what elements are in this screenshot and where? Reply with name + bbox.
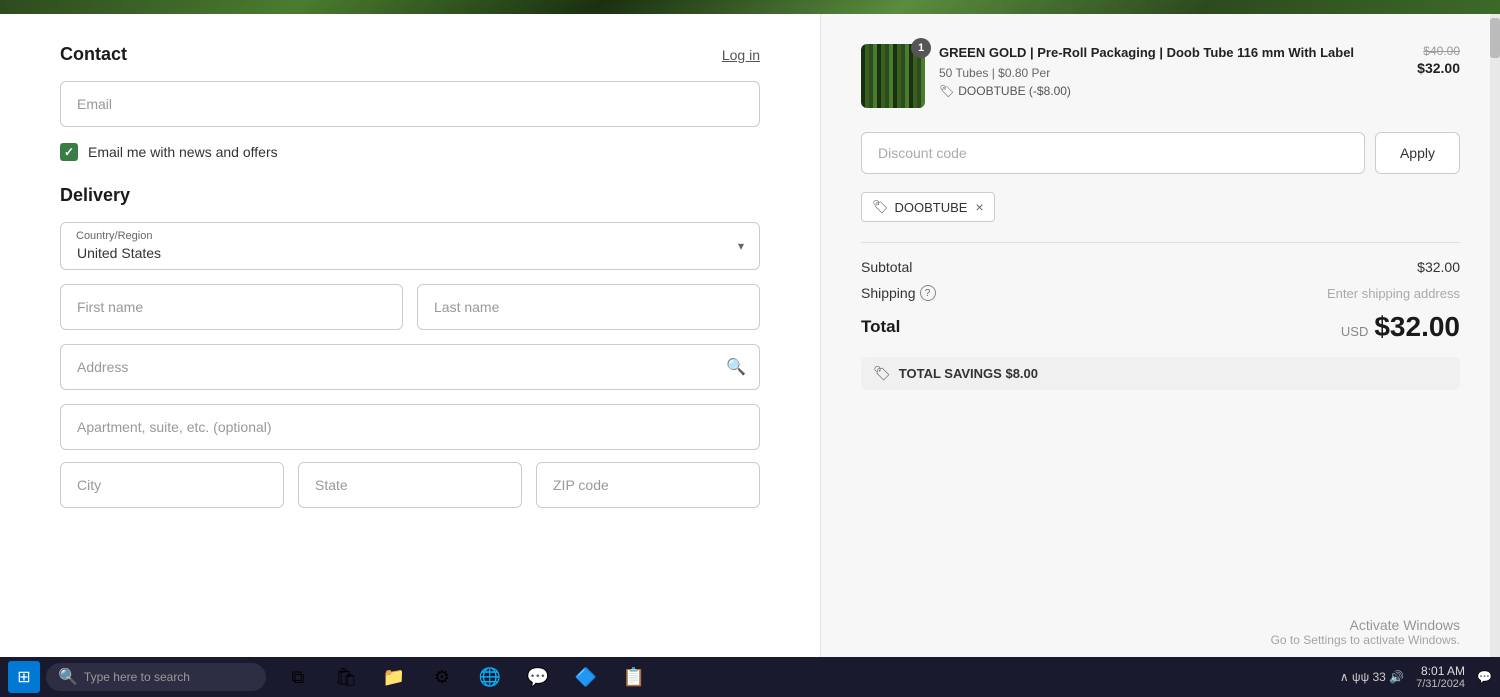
scrollbar[interactable] bbox=[1490, 14, 1500, 657]
left-panel: Contact Log in Email me with news and of… bbox=[0, 14, 820, 657]
total-label: Total bbox=[861, 317, 900, 337]
tag-applied-icon: 🏷 bbox=[872, 199, 889, 215]
shipping-label: Shipping ? bbox=[861, 285, 936, 301]
total-row: Total USD $32.00 bbox=[861, 311, 1460, 343]
applied-code-row: 🏷 DOOBTUBE × bbox=[861, 192, 1460, 222]
product-image-wrap: 1 bbox=[861, 44, 925, 108]
contact-section-header: Contact Log in bbox=[60, 44, 760, 65]
store-icon[interactable]: 🛍 bbox=[324, 659, 368, 695]
email-optin-row: Email me with news and offers bbox=[60, 143, 760, 161]
product-quantity-badge: 1 bbox=[911, 38, 931, 58]
discount-code-row: Apply bbox=[861, 132, 1460, 174]
contact-title: Contact bbox=[60, 44, 127, 65]
price-original: $40.00 bbox=[1417, 44, 1460, 58]
total-currency: USD bbox=[1341, 324, 1368, 339]
city-state-zip-row bbox=[60, 462, 760, 520]
taskbar-search-input[interactable] bbox=[84, 670, 244, 684]
applied-code-text: DOOBTUBE bbox=[895, 200, 968, 215]
shipping-row: Shipping ? Enter shipping address bbox=[861, 285, 1460, 301]
address-wrapper: 🔍 bbox=[60, 344, 760, 390]
savings-label: TOTAL SAVINGS $8.00 bbox=[899, 366, 1038, 381]
totals-section: Subtotal $32.00 Shipping ? Enter shippin… bbox=[861, 242, 1460, 390]
product-details: GREEN GOLD | Pre-Roll Packaging | Doob T… bbox=[939, 44, 1403, 98]
notification-icon[interactable]: 💬 bbox=[1477, 670, 1492, 684]
email-optin-label: Email me with news and offers bbox=[88, 144, 278, 160]
shipping-help-icon[interactable]: ? bbox=[920, 285, 936, 301]
price-current: $32.00 bbox=[1417, 60, 1460, 76]
first-name-input[interactable] bbox=[60, 284, 403, 330]
shipping-text: Shipping bbox=[861, 285, 916, 301]
product-discount-text: DOOBTUBE (-$8.00) bbox=[958, 84, 1071, 98]
subtotal-label: Subtotal bbox=[861, 259, 912, 275]
country-select[interactable]: United States bbox=[60, 222, 760, 270]
taskbar-clock: 8:01 AM 7/31/2024 bbox=[1416, 664, 1465, 690]
windows-logo-icon: ⊞ bbox=[17, 667, 30, 687]
taskbar-right: ∧ ψψ 33 🔊 8:01 AM 7/31/2024 💬 bbox=[1340, 664, 1492, 690]
total-value-wrap: USD $32.00 bbox=[1341, 311, 1460, 343]
product-row: 1 GREEN GOLD | Pre-Roll Packaging | Doob… bbox=[861, 44, 1460, 108]
taskbar-search-icon: 🔍 bbox=[58, 667, 78, 687]
subtotal-row: Subtotal $32.00 bbox=[861, 259, 1460, 275]
edge-icon[interactable]: 🔷 bbox=[564, 659, 608, 695]
savings-row: 🏷 TOTAL SAVINGS $8.00 bbox=[861, 357, 1460, 390]
main-layout: Contact Log in Email me with news and of… bbox=[0, 14, 1500, 657]
state-input[interactable] bbox=[298, 462, 522, 508]
scrollbar-thumb[interactable] bbox=[1490, 18, 1500, 58]
top-banner bbox=[0, 0, 1500, 14]
delivery-title: Delivery bbox=[60, 185, 760, 206]
apply-discount-button[interactable]: Apply bbox=[1375, 132, 1460, 174]
product-discount-tag: 🏷 DOOBTUBE (-$8.00) bbox=[939, 84, 1403, 98]
remove-code-button[interactable]: × bbox=[975, 199, 983, 215]
country-label: Country/Region bbox=[76, 230, 152, 242]
clock-time: 8:01 AM bbox=[1416, 664, 1465, 678]
whatsapp-icon[interactable]: 💬 bbox=[516, 659, 560, 695]
city-input[interactable] bbox=[60, 462, 284, 508]
apartment-input[interactable] bbox=[60, 404, 760, 450]
tag-icon: 🏷 bbox=[939, 84, 954, 98]
taskbar-search-box[interactable]: 🔍 bbox=[46, 663, 266, 691]
address-input[interactable] bbox=[60, 344, 760, 390]
applied-code-tag: 🏷 DOOBTUBE × bbox=[861, 192, 995, 222]
email-input[interactable] bbox=[60, 81, 760, 127]
app-icon-2[interactable]: 📋 bbox=[612, 659, 656, 695]
name-row bbox=[60, 284, 760, 330]
total-amount: $32.00 bbox=[1374, 311, 1460, 343]
system-tray-icons: ∧ ψψ 33 🔊 bbox=[1340, 670, 1404, 684]
start-button[interactable]: ⊞ bbox=[8, 661, 40, 693]
country-select-wrapper: Country/Region United States ▾ bbox=[60, 222, 760, 270]
login-link[interactable]: Log in bbox=[722, 47, 760, 63]
taskview-icon[interactable]: ⧉ bbox=[276, 659, 320, 695]
savings-icon: 🏷 bbox=[873, 365, 891, 382]
settings-icon[interactable]: ⚙ bbox=[420, 659, 464, 695]
last-name-input[interactable] bbox=[417, 284, 760, 330]
taskbar-app-icons: ⧉ 🛍 📁 ⚙ 🌐 💬 🔷 📋 bbox=[276, 659, 656, 695]
search-icon: 🔍 bbox=[726, 357, 746, 377]
product-prices: $40.00 $32.00 bbox=[1417, 44, 1460, 76]
taskbar: ⊞ 🔍 ⧉ 🛍 📁 ⚙ 🌐 💬 🔷 📋 ∧ ψψ 33 🔊 8:01 AM 7/… bbox=[0, 657, 1500, 697]
product-sub: 50 Tubes | $0.80 Per bbox=[939, 66, 1403, 80]
right-panel: 1 GREEN GOLD | Pre-Roll Packaging | Doob… bbox=[820, 14, 1500, 657]
email-optin-checkbox[interactable] bbox=[60, 143, 78, 161]
subtotal-value: $32.00 bbox=[1417, 259, 1460, 275]
zip-input[interactable] bbox=[536, 462, 760, 508]
browser-icon[interactable]: 🌐 bbox=[468, 659, 512, 695]
shipping-value: Enter shipping address bbox=[1327, 286, 1460, 301]
discount-code-input[interactable] bbox=[861, 132, 1365, 174]
product-name: GREEN GOLD | Pre-Roll Packaging | Doob T… bbox=[939, 44, 1403, 62]
explorer-icon[interactable]: 📁 bbox=[372, 659, 416, 695]
clock-date: 7/31/2024 bbox=[1416, 678, 1465, 690]
